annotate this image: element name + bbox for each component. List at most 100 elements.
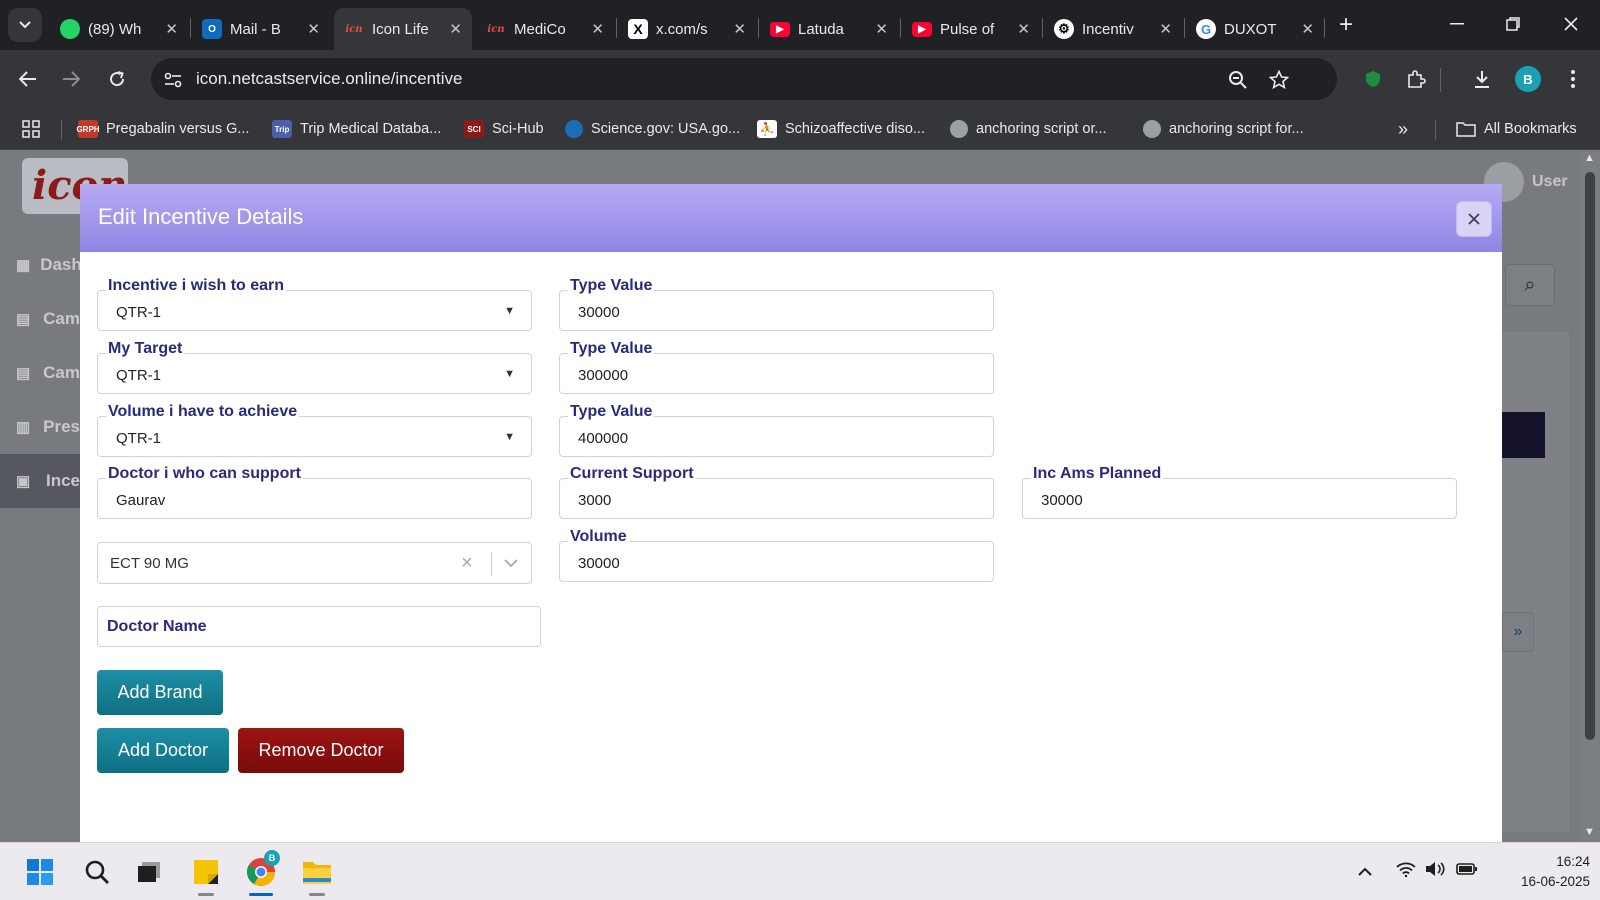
field-label: Type Value	[568, 340, 655, 358]
search-icon[interactable]: ⌕	[1505, 264, 1555, 306]
bookmark-sciencegov[interactable]: Science.gov: USA.go...	[565, 118, 740, 140]
inc-ams-planned-input[interactable]: Inc Ams Planned 30000	[1022, 465, 1457, 519]
doctor-name-placeholder: Doctor Name	[107, 618, 207, 635]
field-label: Type Value	[568, 403, 655, 421]
scrollbar-thumb[interactable]	[1585, 172, 1595, 740]
sidebar-item-prescription[interactable]: ▥ Pres	[0, 400, 80, 454]
field-label: Volume i have to achieve	[106, 403, 300, 421]
close-window-button[interactable]	[1546, 6, 1596, 42]
modal-close-button[interactable]	[1456, 201, 1492, 237]
tab-duxot[interactable]: G DUXOT ✕	[1186, 8, 1324, 50]
tab-title: Latuda	[798, 20, 844, 38]
close-icon[interactable]: ✕	[1159, 20, 1172, 38]
incentive-earn-select[interactable]: Incentive i wish to earn QTR-1 ▼	[97, 277, 532, 331]
tab-search-button[interactable]	[8, 8, 42, 42]
back-button[interactable]	[12, 63, 44, 95]
bookmark-anchoring-2[interactable]: anchoring script for...	[1143, 118, 1304, 140]
type-value-2-input[interactable]: Type Value 300000	[559, 340, 994, 394]
sticky-notes-icon[interactable]	[189, 855, 223, 889]
windows-start-icon[interactable]	[23, 855, 57, 889]
wifi-icon[interactable]	[1396, 861, 1416, 882]
site-info-icon[interactable]	[162, 69, 184, 91]
tab-medico[interactable]: icn MediCo ✕	[476, 8, 614, 50]
forward-button[interactable]	[55, 63, 87, 95]
scroll-up-arrow-icon[interactable]: ▲	[1584, 152, 1595, 164]
tray-overflow-chevron-icon[interactable]	[1358, 861, 1372, 881]
more-bookmarks-chevron-icon[interactable]: »	[1398, 118, 1408, 140]
scroll-down-arrow-icon[interactable]: ▼	[1584, 826, 1595, 838]
sidebar: ▦ Dash ▤ Cam ▤ Cam ▥ Pres ▣ Ince	[0, 238, 82, 508]
sciencegov-icon	[565, 120, 583, 138]
pagination-next-button[interactable]: »	[1502, 612, 1534, 652]
zoom-icon[interactable]	[1227, 69, 1249, 91]
clock-time: 16:24	[1556, 854, 1590, 869]
close-icon[interactable]: ✕	[307, 20, 320, 38]
tab-title: Mail - B	[230, 20, 281, 38]
bookmark-trip[interactable]: Trip Trip Medical Databa...	[272, 118, 441, 140]
close-icon[interactable]: ✕	[1017, 20, 1030, 38]
icon-lifescience-icon: icn	[487, 23, 505, 35]
clear-icon[interactable]: ×	[461, 552, 473, 575]
bookmark-schizoaffective[interactable]: ⛹ Schizoaffective diso...	[757, 118, 925, 140]
volume-input[interactable]: Volume 30000	[559, 528, 994, 582]
tab-incentiv[interactable]: ⚙ Incentiv ✕	[1044, 8, 1182, 50]
reload-button[interactable]	[101, 63, 133, 95]
dropdown-caret-icon: ▼	[504, 305, 515, 317]
doctor-support-input[interactable]: Doctor i who can support Gaurav	[97, 465, 532, 519]
sidebar-item-campaign-2[interactable]: ▤ Cam	[0, 346, 80, 400]
tab-pulse[interactable]: ▶ Pulse of ✕	[902, 8, 1040, 50]
add-doctor-button[interactable]: Add Doctor	[97, 728, 229, 773]
bookmark-anchoring-1[interactable]: anchoring script or...	[950, 118, 1107, 140]
more-vertical-icon[interactable]	[1558, 64, 1588, 94]
doc-icon: ▤	[16, 365, 31, 382]
my-target-select[interactable]: My Target QTR-1 ▼	[97, 340, 532, 394]
close-icon[interactable]: ✕	[449, 20, 462, 38]
current-support-input[interactable]: Current Support 3000	[559, 465, 994, 519]
add-brand-button[interactable]: Add Brand	[97, 670, 223, 715]
extension-shield-icon[interactable]	[1358, 64, 1388, 94]
bookmark-pregabalin[interactable]: GRPH Pregabalin versus G...	[76, 118, 249, 140]
type-value-1-input[interactable]: Type Value 30000	[559, 277, 994, 331]
brand-select[interactable]: ECT 90 MG ×	[97, 542, 532, 584]
tab-icon-life[interactable]: icn Icon Life ✕	[334, 8, 472, 50]
restore-button[interactable]	[1488, 6, 1538, 42]
volume-achieve-select[interactable]: Volume i have to achieve QTR-1 ▼	[97, 403, 532, 457]
doctor-name-input[interactable]: Doctor Name	[97, 606, 541, 647]
url-text: icon.netcastservice.online/incentive	[196, 69, 463, 88]
remove-doctor-button[interactable]: Remove Doctor	[238, 728, 404, 773]
file-explorer-icon[interactable]	[300, 855, 334, 889]
tab-x[interactable]: X x.com/s ✕	[618, 8, 756, 50]
tab-title: Icon Life	[372, 20, 429, 38]
apps-grid-icon[interactable]	[22, 118, 40, 140]
sidebar-item-dashboard[interactable]: ▦ Dash	[0, 238, 82, 292]
new-tab-button[interactable]: +	[1331, 10, 1361, 40]
tab-mail[interactable]: O Mail - B ✕	[192, 8, 330, 50]
tab-latuda[interactable]: ▶ Latuda ✕	[760, 8, 898, 50]
search-icon[interactable]	[80, 855, 114, 889]
tab-title: DUXOT	[1224, 20, 1277, 38]
dropdown-caret-icon: ▼	[504, 368, 515, 380]
profile-avatar[interactable]: B	[1515, 66, 1541, 92]
download-icon[interactable]	[1467, 64, 1497, 94]
all-bookmarks-button[interactable]: All Bookmarks	[1456, 118, 1577, 140]
task-view-icon[interactable]	[132, 855, 166, 889]
close-icon[interactable]: ✕	[875, 20, 888, 38]
bookmark-scihub[interactable]: SCI Sci-Hub	[464, 118, 544, 140]
close-icon[interactable]: ✕	[733, 20, 746, 38]
minimize-button[interactable]	[1432, 6, 1482, 42]
volume-icon[interactable]	[1425, 861, 1445, 882]
address-bar[interactable]: icon.netcastservice.online/incentive	[151, 58, 1337, 100]
tab-strip: (89) Wh ✕ O Mail - B ✕ icn Icon Life ✕ i…	[0, 0, 1600, 50]
close-icon[interactable]: ✕	[165, 20, 178, 38]
sidebar-item-incentive[interactable]: ▣ Ince	[0, 454, 80, 508]
bookmark-star-icon[interactable]	[1268, 69, 1290, 91]
close-icon[interactable]: ✕	[1301, 20, 1314, 38]
extensions-puzzle-icon[interactable]	[1401, 64, 1431, 94]
chevron-down-icon[interactable]	[502, 554, 520, 572]
sidebar-item-campaign-1[interactable]: ▤ Cam	[0, 292, 80, 346]
close-icon[interactable]: ✕	[591, 20, 604, 38]
system-clock[interactable]: 16:24 16-06-2025	[1490, 852, 1590, 892]
battery-icon[interactable]	[1456, 861, 1478, 881]
type-value-3-input[interactable]: Type Value 400000	[559, 403, 994, 457]
tab-whatsapp[interactable]: (89) Wh ✕	[50, 8, 188, 50]
